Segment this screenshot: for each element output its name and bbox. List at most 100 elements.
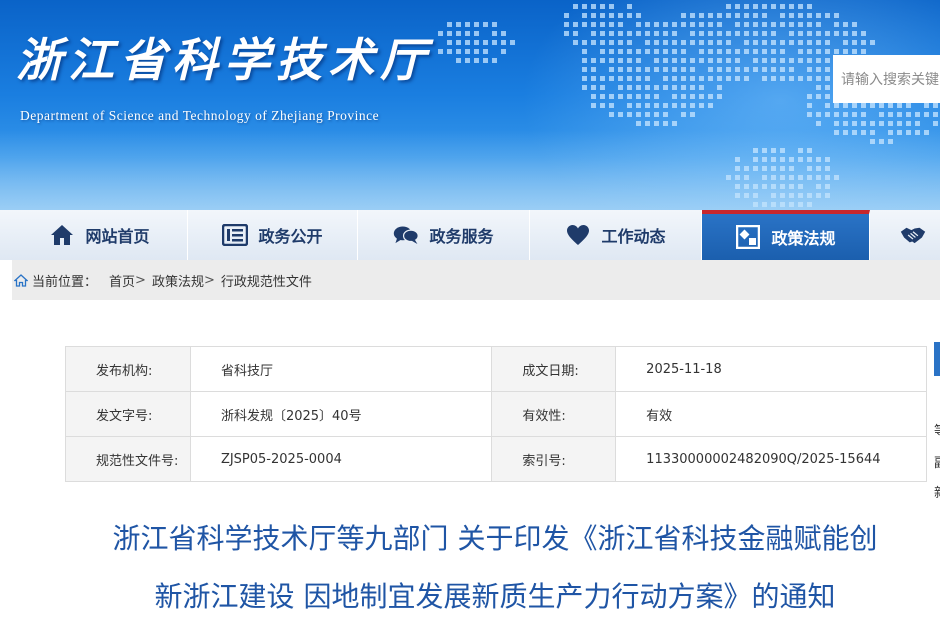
map-dot	[825, 31, 830, 36]
map-dot	[699, 13, 704, 18]
map-dot	[780, 22, 785, 27]
map-dot	[591, 67, 596, 72]
map-dot	[690, 85, 695, 90]
map-dot	[600, 31, 605, 36]
map-dot	[690, 76, 695, 81]
map-dot	[933, 112, 938, 117]
breadcrumb-separator: >	[135, 272, 146, 288]
map-dot	[573, 4, 578, 9]
map-dot	[483, 49, 488, 54]
map-dot	[654, 58, 659, 63]
nav-item-work-news[interactable]: 工作动态	[530, 210, 702, 260]
map-dot	[636, 94, 641, 99]
map-dot	[663, 49, 668, 54]
map-dot	[645, 85, 650, 90]
map-dot	[762, 76, 767, 81]
map-dot	[483, 22, 488, 27]
map-dot	[654, 94, 659, 99]
map-dot	[627, 40, 632, 45]
map-dot	[618, 112, 623, 117]
map-dot	[627, 4, 632, 9]
site-title-en: Department of Science and Technology of …	[20, 108, 380, 123]
nav-item-policy[interactable]: 政策法规	[702, 210, 870, 260]
map-dot	[789, 40, 794, 45]
map-dot	[852, 40, 857, 45]
map-dot	[663, 103, 668, 108]
map-dot	[726, 40, 731, 45]
map-dot	[609, 40, 614, 45]
map-dot	[807, 112, 812, 117]
map-dot	[645, 22, 650, 27]
site-title-cn[interactable]: 浙江省科学技术厅	[16, 30, 432, 90]
nav-label-work-news: 工作动态	[601, 227, 666, 246]
map-dot	[717, 67, 722, 72]
map-dot	[627, 13, 632, 18]
map-dot	[753, 31, 758, 36]
map-dot	[717, 76, 722, 81]
map-dot	[591, 31, 596, 36]
map-dot	[690, 58, 695, 63]
map-dot	[645, 31, 650, 36]
map-dot	[897, 112, 902, 117]
map-dot	[861, 40, 866, 45]
map-dot	[681, 40, 686, 45]
nav-label-policy: 政策法规	[771, 229, 836, 248]
map-dot	[726, 49, 731, 54]
map-dot	[582, 40, 587, 45]
map-dot	[816, 13, 821, 18]
search-input[interactable]	[833, 55, 940, 103]
map-dot	[744, 13, 749, 18]
map-dot	[672, 85, 677, 90]
map-dot	[645, 67, 650, 72]
map-dot	[798, 49, 803, 54]
map-dot	[645, 121, 650, 126]
map-dot	[861, 121, 866, 126]
map-dot	[636, 76, 641, 81]
meta-value-index: 11330000002482090Q/2025-15644	[615, 436, 927, 482]
map-dot	[753, 58, 758, 63]
map-dot	[582, 67, 587, 72]
map-dot	[492, 58, 497, 63]
map-dot	[645, 40, 650, 45]
map-dot	[789, 13, 794, 18]
map-dot	[852, 121, 857, 126]
map-dot	[600, 4, 605, 9]
map-dot	[654, 49, 659, 54]
map-dot	[708, 67, 713, 72]
map-dot	[600, 94, 605, 99]
map-dot	[870, 40, 875, 45]
map-dot	[663, 22, 668, 27]
nav-item-gov-affairs[interactable]: 政务公开	[188, 210, 358, 260]
nav-label-gov-affairs: 政务公开	[258, 227, 323, 246]
map-dot	[609, 49, 614, 54]
map-dot	[762, 22, 767, 27]
map-dot	[681, 58, 686, 63]
map-dot	[501, 31, 506, 36]
nav-item-home[interactable]: 网站首页	[12, 210, 188, 260]
map-dot	[897, 103, 902, 108]
nav-item-interaction[interactable]	[870, 210, 940, 260]
map-dot	[879, 112, 884, 117]
map-dot	[564, 22, 569, 27]
nav-item-gov-services[interactable]: 政务服务	[358, 210, 530, 260]
map-dot	[861, 112, 866, 117]
map-dot	[474, 40, 479, 45]
breadcrumb-item-normative-docs[interactable]: 行政规范性文件	[221, 271, 312, 290]
map-dot	[492, 40, 497, 45]
map-dot	[879, 121, 884, 126]
map-dot	[618, 58, 623, 63]
breadcrumb-item-policy[interactable]: 政策法规	[152, 271, 204, 290]
map-dot	[690, 31, 695, 36]
map-dot	[699, 40, 704, 45]
map-dot	[744, 76, 749, 81]
map-dot	[672, 22, 677, 27]
map-dot	[582, 49, 587, 54]
map-dot	[735, 58, 740, 63]
map-dot	[816, 112, 821, 117]
breadcrumb-item-home[interactable]: 首页	[109, 271, 135, 290]
map-dot	[681, 85, 686, 90]
map-dot	[654, 67, 659, 72]
map-dot	[591, 4, 596, 9]
map-dot	[708, 49, 713, 54]
map-dot	[465, 58, 470, 63]
